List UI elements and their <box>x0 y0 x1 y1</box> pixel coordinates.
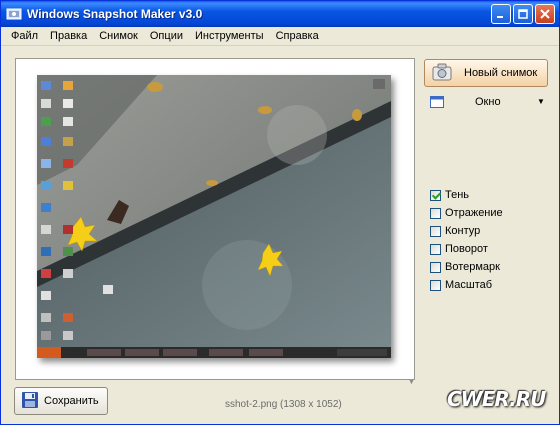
watermark-checkbox[interactable] <box>430 261 441 273</box>
minimize-button[interactable] <box>491 4 511 24</box>
preview-area[interactable] <box>15 58 415 380</box>
save-button[interactable]: Сохранить <box>14 387 108 415</box>
option-scale-label: Масштаб <box>445 279 493 291</box>
option-shadow-label: Тень <box>445 189 470 201</box>
scale-checkbox[interactable] <box>430 279 441 291</box>
menu-help[interactable]: Справка <box>270 30 325 42</box>
option-watermark-label: Вотермарк <box>445 261 500 273</box>
effects-options-list: Тень Отражение Контур Поворот Вотермарк … <box>430 186 503 294</box>
window-title: Windows Snapshot Maker v3.0 <box>27 7 203 21</box>
menu-bar: Файл Правка Снимок Опции Инструменты Спр… <box>1 27 559 46</box>
title-bar[interactable]: Windows Snapshot Maker v3.0 <box>1 1 559 27</box>
menu-options[interactable]: Опции <box>144 30 189 42</box>
capture-mode-value: Окно <box>475 96 501 108</box>
close-icon <box>540 9 550 19</box>
file-info-caption: sshot-2.png (1308 x 1052) <box>225 399 342 410</box>
shadow-checkbox[interactable] <box>430 189 441 201</box>
option-rotate-label: Поворот <box>445 243 488 255</box>
outline-checkbox[interactable] <box>430 225 441 237</box>
new-snapshot-button[interactable]: Новый снимок <box>424 59 548 87</box>
option-rotate[interactable]: Поворот <box>430 240 503 258</box>
snapshot-preview-image <box>37 75 391 358</box>
save-button-label: Сохранить <box>44 395 99 407</box>
option-scale[interactable]: Масштаб <box>430 276 503 294</box>
scroll-down-arrow-icon[interactable]: ▼ <box>408 379 415 386</box>
menu-file[interactable]: Файл <box>5 30 44 42</box>
chevron-down-icon: ▼ <box>537 97 545 106</box>
floppy-disk-icon <box>21 391 39 412</box>
option-reflection-label: Отражение <box>445 207 503 219</box>
option-outline[interactable]: Контур <box>430 222 503 240</box>
camera-icon <box>432 63 452 84</box>
close-button[interactable] <box>535 4 555 24</box>
minimize-icon <box>497 16 503 18</box>
option-reflection[interactable]: Отражение <box>430 204 503 222</box>
site-watermark: CWER.RU <box>447 387 546 411</box>
menu-snapshot[interactable]: Снимок <box>93 30 144 42</box>
new-snapshot-label: Новый снимок <box>464 67 538 79</box>
reflection-checkbox[interactable] <box>430 207 441 219</box>
app-window: Windows Snapshot Maker v3.0 Файл Правка … <box>0 0 560 425</box>
maximize-button[interactable] <box>513 4 533 24</box>
app-icon <box>6 6 22 22</box>
option-outline-label: Контур <box>445 225 481 237</box>
rotate-checkbox[interactable] <box>430 243 441 255</box>
menu-tools[interactable]: Инструменты <box>189 30 270 42</box>
capture-mode-dropdown[interactable]: Окно ▼ <box>430 95 550 111</box>
menu-edit[interactable]: Правка <box>44 30 93 42</box>
window-mode-icon <box>430 95 444 111</box>
maximize-icon <box>518 9 528 19</box>
option-watermark[interactable]: Вотермарк <box>430 258 503 276</box>
option-shadow[interactable]: Тень <box>430 186 503 204</box>
